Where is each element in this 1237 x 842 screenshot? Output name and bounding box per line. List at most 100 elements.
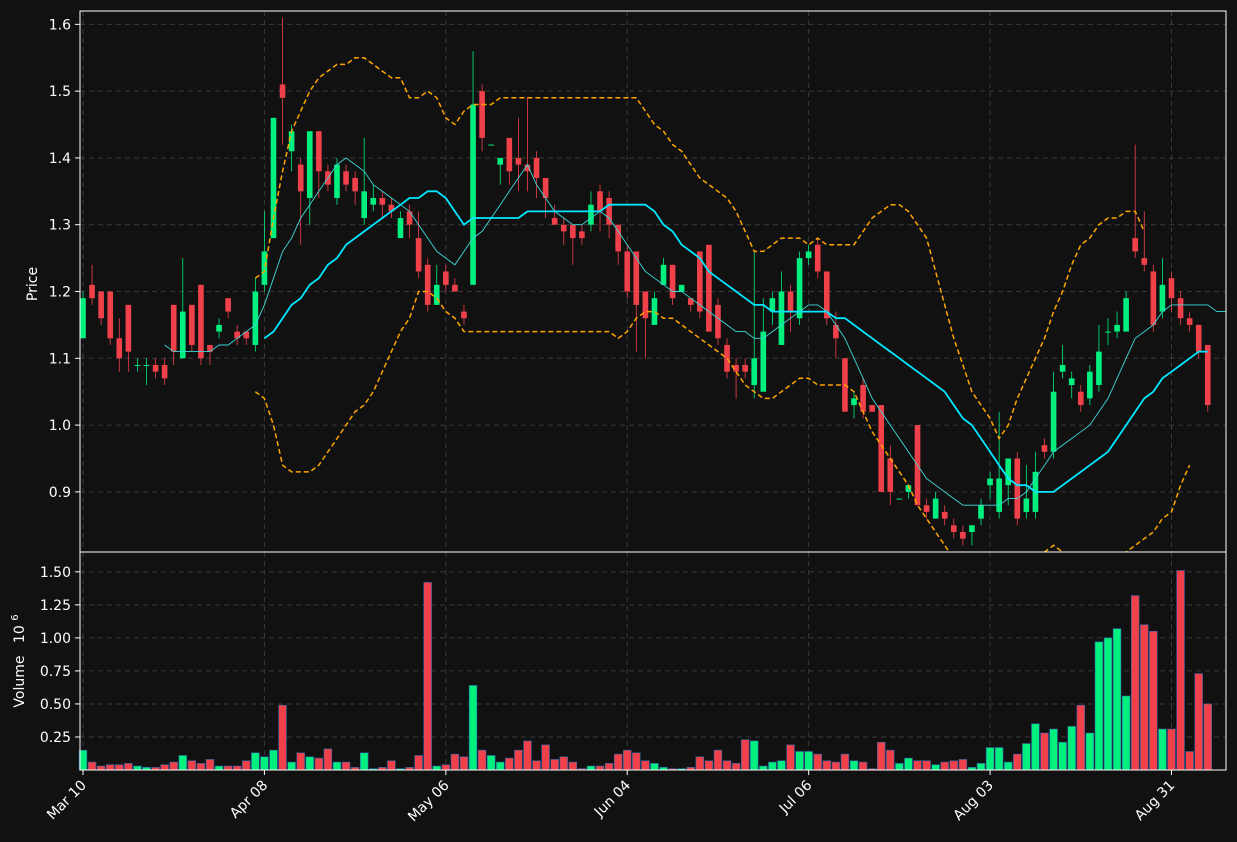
candle-body bbox=[1050, 391, 1057, 452]
candle-body bbox=[932, 498, 939, 519]
candle-body bbox=[1186, 318, 1193, 325]
volume-bar bbox=[242, 760, 251, 771]
candle-body bbox=[660, 264, 667, 285]
volume-bar bbox=[623, 749, 632, 771]
volume-bar bbox=[731, 763, 741, 771]
volume-bar bbox=[1049, 728, 1058, 771]
candle-body bbox=[570, 224, 576, 239]
candle-body bbox=[1195, 324, 1202, 352]
volume-bar bbox=[1103, 637, 1113, 771]
candle-body bbox=[960, 531, 966, 539]
volume-bar bbox=[133, 765, 142, 771]
candle-body bbox=[116, 338, 123, 359]
candle-body bbox=[887, 458, 894, 492]
candle-body bbox=[551, 218, 558, 225]
volume-axis-label-text: Volume 10 6 bbox=[10, 614, 28, 707]
volume-bar bbox=[1067, 726, 1076, 771]
price-tick-label: 1.5 bbox=[49, 84, 71, 100]
volume-bar bbox=[722, 760, 732, 771]
volume-bar bbox=[931, 764, 940, 771]
volume-bar bbox=[895, 763, 904, 771]
candle-body bbox=[1077, 391, 1084, 406]
candle-body bbox=[1059, 364, 1066, 372]
volume-bar bbox=[1149, 630, 1158, 771]
candle-body bbox=[1132, 238, 1139, 252]
candle-body bbox=[941, 511, 948, 519]
volume-bar bbox=[1194, 673, 1203, 771]
candle-body bbox=[461, 311, 467, 319]
volume-bar bbox=[233, 765, 242, 771]
fast-moving-average-line bbox=[164, 157, 1226, 506]
price-panel-frame bbox=[79, 10, 1227, 553]
volume-bar bbox=[704, 760, 714, 771]
volume-bar bbox=[949, 760, 958, 771]
candle-body bbox=[1023, 498, 1030, 512]
volume-tick-label: 0.50 bbox=[40, 697, 71, 713]
candle-body bbox=[198, 284, 204, 359]
volume-bar bbox=[877, 741, 886, 771]
volume-bar bbox=[604, 763, 614, 771]
candle-body bbox=[89, 284, 95, 299]
candle-body bbox=[279, 84, 286, 98]
candle-body bbox=[1041, 445, 1048, 452]
candle-body bbox=[833, 324, 839, 339]
volume-bar bbox=[450, 753, 460, 771]
volume-bar bbox=[786, 744, 795, 771]
volume-bar bbox=[759, 765, 768, 771]
candle-body bbox=[851, 398, 857, 406]
price-axis-label: Price bbox=[25, 267, 41, 301]
candle-body bbox=[742, 364, 748, 372]
volume-bar bbox=[106, 764, 115, 771]
x-tick-label: May 06 bbox=[405, 777, 453, 825]
candle-body bbox=[125, 304, 132, 352]
candle-body bbox=[316, 131, 322, 172]
x-tick-label: Mar 10 bbox=[44, 778, 90, 824]
volume-bar bbox=[214, 765, 224, 771]
volume-bar bbox=[559, 756, 568, 771]
volume-bar bbox=[332, 761, 342, 771]
volume-bar bbox=[840, 753, 850, 771]
volume-tick-label: 1.50 bbox=[40, 565, 71, 581]
volume-bar bbox=[468, 685, 478, 771]
candle-body bbox=[778, 291, 785, 345]
candle-body bbox=[361, 191, 368, 219]
candle-body bbox=[978, 505, 984, 519]
x-tick-label: Aug 03 bbox=[951, 778, 997, 824]
volume-bar bbox=[359, 752, 369, 771]
candle-body bbox=[597, 191, 603, 212]
candle-body bbox=[969, 525, 975, 532]
volume-bar bbox=[1185, 751, 1194, 771]
candle-body bbox=[715, 304, 721, 339]
candle-body bbox=[923, 505, 930, 512]
candle-body bbox=[80, 298, 86, 339]
candle-body bbox=[796, 258, 803, 319]
volume-bar bbox=[305, 756, 314, 771]
volume-bar bbox=[568, 761, 578, 771]
candle-body bbox=[533, 157, 540, 178]
candle-body bbox=[760, 331, 767, 392]
volume-bar bbox=[96, 765, 106, 771]
volume-bar bbox=[1112, 628, 1122, 771]
candle-body bbox=[216, 324, 222, 332]
candle-body bbox=[588, 204, 594, 225]
volume-bar bbox=[532, 760, 541, 771]
candle-body bbox=[270, 117, 277, 239]
candle-body bbox=[1150, 271, 1157, 325]
candle-body bbox=[860, 385, 866, 412]
x-axis: Mar 10 Apr 08 May 06 Jun 04 Jul 06 Aug 03 Aug … bbox=[44, 770, 1178, 825]
price-tick-label: 0.9 bbox=[49, 485, 71, 501]
candle-body bbox=[497, 157, 504, 165]
candle-body bbox=[134, 364, 141, 366]
volume-bar bbox=[160, 764, 169, 771]
volume-bar bbox=[595, 765, 605, 771]
candle-body bbox=[152, 364, 159, 372]
candle-body bbox=[415, 238, 422, 272]
candlestick-chart: 0.9 1.0 1.1 1.2 1.3 1.4 1.5 1.6 0.25 0.50 0.75 1.0… bbox=[10, 10, 1227, 825]
volume-bar bbox=[1158, 728, 1167, 771]
candle-body bbox=[642, 291, 649, 319]
volume-bar bbox=[922, 760, 931, 771]
volume-bar bbox=[1013, 753, 1022, 771]
candle-body bbox=[751, 358, 758, 386]
bollinger-upper-band bbox=[254, 57, 1145, 441]
volume-bar bbox=[196, 763, 206, 771]
